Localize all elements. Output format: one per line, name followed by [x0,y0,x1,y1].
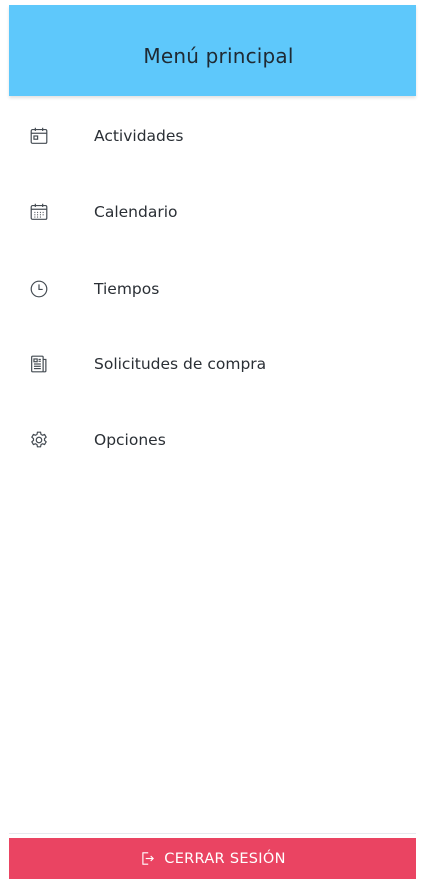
clock-icon [27,277,51,301]
menu-item-label: Opciones [94,431,166,449]
calendar-grid-icon [27,200,51,224]
logout-icon [139,850,164,867]
gear-icon [27,428,51,452]
menu-item-tiempos[interactable]: Tiempos [9,259,416,319]
footer-divider [9,833,416,834]
menu-item-solicitudes-de-compra[interactable]: Solicitudes de compra [9,334,416,394]
logout-button-content: CERRAR SESIÓN [139,850,285,867]
logout-button[interactable]: CERRAR SESIÓN [9,838,416,879]
menu-item-label: Solicitudes de compra [94,355,267,373]
menu-item-calendario[interactable]: Calendario [9,182,416,242]
menu-item-label: Actividades [94,127,184,145]
logout-label: CERRAR SESIÓN [164,850,286,867]
page-title: Menú principal [143,43,294,68]
purchase-request-document-icon [27,352,51,376]
menu-item-actividades[interactable]: Actividades [9,106,416,166]
menu-item-opciones[interactable]: Opciones [9,410,416,470]
menu-item-label: Calendario [94,203,178,221]
activity-calendar-icon [27,124,51,148]
app-header: Menú principal [9,5,416,96]
main-menu-screen: Menú principal Actividades Calendario Ti… [0,0,424,879]
menu-item-label: Tiempos [94,280,160,298]
